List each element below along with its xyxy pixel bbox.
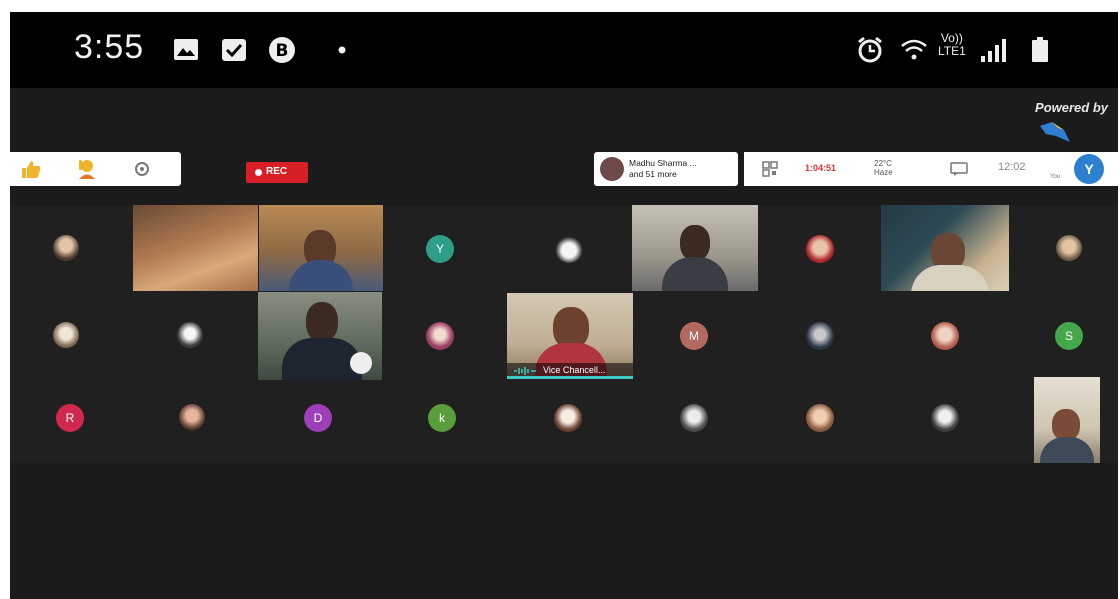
participant-face xyxy=(680,225,710,261)
pin-icon[interactable] xyxy=(350,352,372,374)
audio-wave-icon xyxy=(514,367,536,375)
participant-initial-avatar[interactable]: D xyxy=(304,404,332,432)
calendar-check-icon xyxy=(222,39,246,61)
participant-name-label: Vice Chancell... xyxy=(543,365,606,375)
participant-grid: Y Vice Chancell... M S R D k xyxy=(10,205,1118,463)
svg-text:B: B xyxy=(276,41,289,61)
participants-button[interactable]: Madhu Sharma ... and 51 more xyxy=(594,152,738,186)
participant-initial-avatar[interactable]: M xyxy=(680,322,708,350)
participant-video-tile[interactable] xyxy=(632,205,758,291)
volte-icon: Vo)) LTE1 xyxy=(938,32,966,58)
status-bar: 3:55 B Vo)) LTE1 xyxy=(10,12,1118,88)
participant-avatar[interactable] xyxy=(1056,235,1082,261)
signal-icon xyxy=(981,39,1006,62)
participant-avatar[interactable] xyxy=(554,404,582,432)
clock-time: 12:02 xyxy=(998,161,1026,173)
volte-bottom-label: LTE1 xyxy=(938,44,966,58)
chat-icon[interactable] xyxy=(950,162,968,176)
weather-temperature: 22°C xyxy=(874,159,892,168)
weather-widget: 22°C Haze xyxy=(874,159,893,177)
participant-initial-avatar[interactable]: R xyxy=(56,404,84,432)
participant-avatar[interactable] xyxy=(931,404,959,432)
participant-initial-avatar[interactable]: k xyxy=(428,404,456,432)
b-circle-icon: B xyxy=(269,37,295,63)
participant-face xyxy=(306,302,338,342)
participant-video-tile[interactable] xyxy=(1034,377,1100,463)
participant-video-tile[interactable] xyxy=(259,205,383,291)
participant-initial-avatar[interactable]: Y xyxy=(426,235,454,263)
participant-video-tile[interactable] xyxy=(881,205,1009,291)
image-icon xyxy=(174,39,198,60)
participant-avatar[interactable] xyxy=(555,235,583,263)
participants-line-2: and 51 more xyxy=(629,169,677,179)
meeting-toolbar-left xyxy=(10,152,181,186)
recording-indicator: REC xyxy=(246,162,308,183)
participant-body xyxy=(911,265,989,291)
participant-avatar[interactable] xyxy=(931,322,959,350)
meeting-timer: 1:04:51 xyxy=(805,163,837,173)
participant-avatar[interactable] xyxy=(177,322,203,348)
thumbs-up-icon[interactable] xyxy=(20,159,42,179)
alarm-icon xyxy=(858,36,882,63)
participant-avatar[interactable] xyxy=(806,404,834,432)
you-label: You xyxy=(1050,174,1061,180)
meeting-toolbar-right: 1:04:51 22°C Haze 12:02 You Y xyxy=(744,152,1118,186)
participant-body xyxy=(662,257,728,291)
weather-condition: Haze xyxy=(874,168,893,177)
participant-avatar[interactable] xyxy=(179,404,205,430)
participants-line-1: Madhu Sharma ... xyxy=(629,158,697,168)
participant-body xyxy=(1040,437,1094,463)
participant-avatar[interactable] xyxy=(806,235,834,263)
participant-avatar[interactable] xyxy=(426,322,454,350)
raise-hand-icon[interactable] xyxy=(76,158,98,180)
participant-initial-avatar[interactable]: S xyxy=(1055,322,1083,350)
participant-avatar[interactable] xyxy=(680,404,708,432)
dot-icon xyxy=(338,46,346,54)
self-avatar[interactable]: Y xyxy=(1074,154,1104,184)
phone-screen: 3:55 B Vo)) LTE1 Powered by REC Madhu Sh… xyxy=(10,12,1118,599)
status-time: 3:55 xyxy=(74,28,145,66)
recording-dot-icon xyxy=(255,169,262,176)
active-speaker-indicator xyxy=(507,376,633,379)
participants-summary: Madhu Sharma ... and 51 more xyxy=(629,158,697,180)
rec-label: REC xyxy=(266,166,288,177)
powered-by-label: Powered by xyxy=(1035,100,1108,115)
participant-video-tile-speaking[interactable]: Vice Chancell... xyxy=(507,293,633,379)
participant-avatar[interactable] xyxy=(806,322,834,350)
qr-code-icon[interactable] xyxy=(762,161,778,177)
battery-icon xyxy=(1032,37,1048,62)
avatar xyxy=(600,157,624,181)
participant-video-tile[interactable] xyxy=(133,205,258,291)
participant-avatar[interactable] xyxy=(53,235,79,261)
participant-body xyxy=(289,260,353,291)
participant-avatar[interactable] xyxy=(53,322,79,348)
participant-video-tile[interactable] xyxy=(258,292,382,380)
settings-icon[interactable] xyxy=(134,161,150,177)
platform-logo-icon xyxy=(1040,122,1070,142)
wifi-icon xyxy=(901,39,927,60)
